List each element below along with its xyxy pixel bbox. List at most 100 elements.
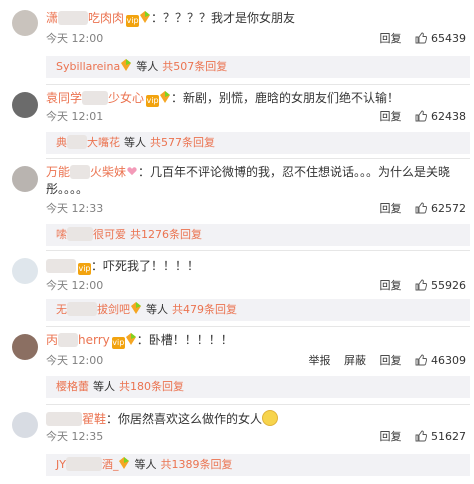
etc-label: 等人 [124,136,146,149]
reply-count-link[interactable]: 共507条回复 [162,60,227,73]
comment-time: 今天 12:00 [46,279,104,292]
comment-text-continued: 彤。。。。 [46,182,89,196]
thumb-up-icon [415,32,427,44]
comment-text: ：吓死我了！！！！ [91,259,200,273]
comment-username[interactable] [46,259,76,273]
etc-label: 等人 [146,303,168,316]
redacted-name [70,165,91,179]
vip-badge-icon: vip [78,263,91,275]
reply-button[interactable]: 回复 [380,110,402,123]
reply-count-link[interactable]: 共180条回复 [119,380,184,393]
reply-summary-bar[interactable]: 典大嘴花 等人 共577条回复 [46,132,470,154]
report-button[interactable]: 举报 [309,354,331,367]
redacted-name [67,227,93,241]
redacted-name [46,412,82,426]
comment-username[interactable]: 潇吃肉肉 [46,11,124,25]
comment-body: 丙 herry vip ：卧槽！！！！！ [46,332,466,349]
comment-body: vip：吓死我了！！！！ [46,258,466,275]
block-button[interactable]: 屏蔽 [344,354,366,367]
like-count: 46309 [431,354,466,367]
divider [46,158,470,159]
reply-count-link[interactable]: 共577条回复 [150,136,215,149]
avatar[interactable] [12,258,38,284]
like-button[interactable]: 46309 [415,354,466,367]
rainbow-gem-icon [140,11,151,23]
reply-username[interactable]: 典大嘴花 [56,135,120,149]
reply-summary-bar[interactable]: Sybillareina 等人 共507条回复 [46,56,470,78]
heart-icon [127,167,137,176]
etc-label: 等人 [134,458,157,471]
reply-username[interactable]: Sybillareina [56,60,120,73]
comment-actions: 回复 65439 [370,30,467,46]
rainbow-gem-icon [125,333,136,345]
comment-username[interactable]: 翟鞋 [46,412,106,426]
like-button[interactable]: 62572 [415,202,466,215]
comment-time: 今天 12:00 [46,32,104,45]
reply-summary-bar[interactable]: 樱格蕾 等人 共180条回复 [46,376,470,398]
rainbow-gem-icon [121,59,132,71]
rainbow-gem-icon [119,457,130,469]
comment-username[interactable]: 万能 火柴妹 [46,165,126,179]
avatar[interactable] [12,334,38,360]
comment-actions: 回复 55926 [370,277,467,293]
redacted-name [67,302,97,316]
comment-time: 今天 12:33 [46,202,104,215]
redacted-name [65,457,102,471]
comment-body: 袁同学 少女心 vip ：新剧，别慌，鹿晗的女朋友们绝不认输！ [46,90,466,107]
reply-button[interactable]: 回复 [380,354,402,367]
reply-username[interactable]: JY 酒_ [56,457,118,471]
rainbow-gem-icon [131,302,141,314]
thumb-up-icon [415,202,427,214]
like-button[interactable]: 62438 [415,110,466,123]
thumb-up-icon [415,354,427,366]
comment-body: 潇吃肉肉 vip ：？？？？我才是你女朋友 [46,10,466,27]
divider [46,326,470,327]
like-button[interactable]: 55926 [415,279,466,292]
like-count: 62572 [431,202,466,215]
comment-username[interactable]: 丙 herry [46,333,110,347]
rainbow-gem-icon [160,91,171,103]
comment-text: ：几百年不评论微博的我，忍不住想说话。。。为什么是关晓 [138,165,451,179]
like-count: 51627 [431,430,466,443]
reply-username[interactable]: 嗦很可爱 [56,227,126,241]
comment-actions: 举报 屏蔽 回复 46309 [299,352,467,368]
vip-badge-icon: vip [126,15,140,27]
reply-count-link[interactable]: 共479条回复 [172,303,237,316]
reply-username[interactable]: 樱格蕾 [56,380,89,393]
reply-button[interactable]: 回复 [380,279,402,292]
vip-badge-icon: vip [146,95,160,107]
like-count: 62438 [431,110,466,123]
like-button[interactable]: 51627 [415,430,466,443]
reply-summary-bar[interactable]: 嗦很可爱 共1276条回复 [46,224,470,246]
comment-actions: 回复 51627 [370,428,467,444]
avatar[interactable] [12,10,38,36]
comment-time: 今天 12:35 [46,430,104,443]
like-count: 65439 [431,32,466,45]
reply-summary-bar[interactable]: JY 酒_ 等人 共1389条回复 [46,454,470,476]
avatar[interactable] [12,412,38,438]
like-button[interactable]: 65439 [415,32,466,45]
reply-button[interactable]: 回复 [380,202,402,215]
thumb-up-icon [415,110,427,122]
divider [46,250,470,251]
comment-text: ：你居然喜欢这么做作的女人 [106,412,263,426]
reply-count-link[interactable]: 共1389条回复 [160,458,232,471]
comment-username[interactable]: 袁同学 少女心 [46,91,144,105]
avatar[interactable] [12,166,38,192]
reply-button[interactable]: 回复 [380,430,402,443]
comment-actions: 回复 62572 [370,200,467,216]
reply-username[interactable]: 无拔剑吧 [56,302,130,316]
comment-body: 万能 火柴妹 ：几百年不评论微博的我，忍不住想说话。。。为什么是关晓 彤。。。。 [46,164,466,198]
comment-time: 今天 12:00 [46,354,104,367]
redacted-name [67,135,87,149]
like-count: 55926 [431,279,466,292]
reply-summary-bar[interactable]: 无拔剑吧 等人 共479条回复 [46,299,470,321]
vip-badge-icon: vip [111,337,125,349]
comment-actions: 回复 62438 [370,108,467,124]
emoji-icon [262,410,279,426]
avatar[interactable] [12,92,38,118]
comment-body: 翟鞋：你居然喜欢这么做作的女人 [46,410,466,428]
reply-button[interactable]: 回复 [380,32,402,45]
divider [46,404,470,405]
reply-count-link[interactable]: 共1276条回复 [130,228,202,241]
